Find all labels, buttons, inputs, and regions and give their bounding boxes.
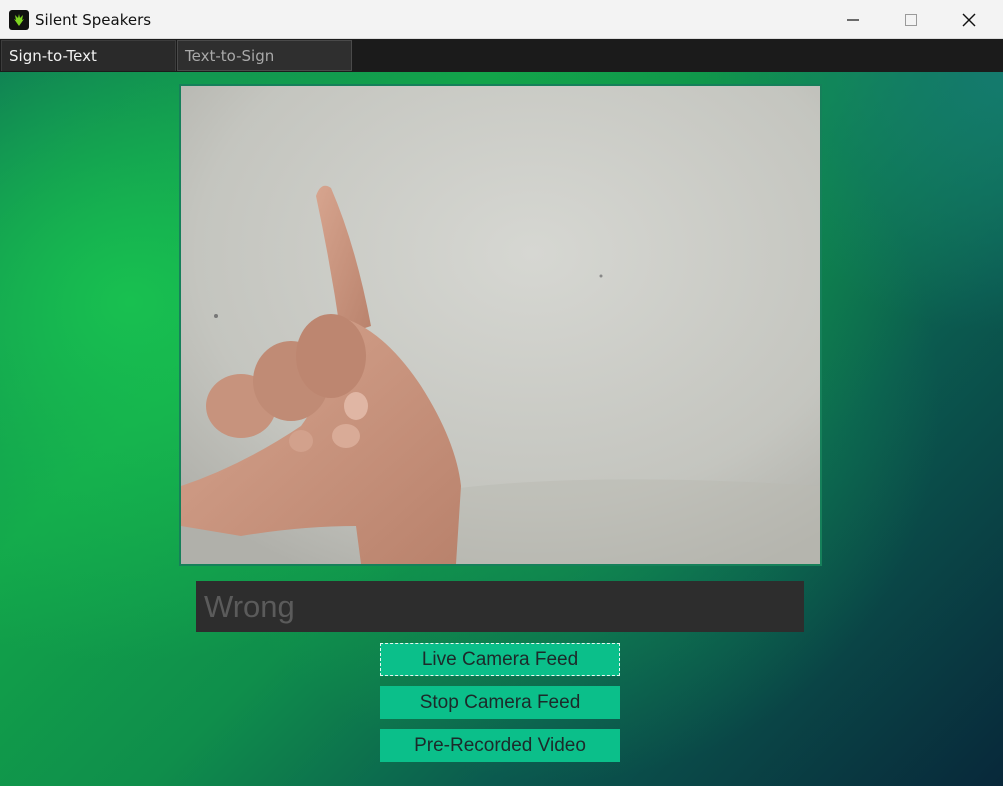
camera-preview bbox=[179, 84, 822, 566]
tab-sign-to-text[interactable]: Sign-to-Text Translation bbox=[1, 40, 176, 96]
prediction-output: Wrong bbox=[196, 581, 804, 632]
maximize-button[interactable] bbox=[882, 0, 940, 39]
app-leaf-icon bbox=[9, 10, 29, 30]
title-bar: Silent Speakers bbox=[0, 0, 1003, 39]
prerecorded-video-button[interactable]: Pre-Recorded Video bbox=[380, 729, 620, 762]
live-camera-button[interactable]: Live Camera Feed bbox=[380, 643, 620, 676]
minimize-button[interactable] bbox=[824, 0, 882, 39]
tab-bar: Sign-to-Text Translation Text-to-Sign Tr… bbox=[0, 39, 1003, 96]
minimize-icon bbox=[847, 18, 859, 21]
hand-sign-image bbox=[181, 86, 820, 564]
prediction-text: Wrong bbox=[204, 589, 295, 624]
close-icon bbox=[962, 13, 976, 26]
main-panel: Wrong Live Camera Feed Stop Camera Feed … bbox=[0, 72, 1003, 786]
maximize-icon bbox=[905, 13, 917, 26]
window-title: Silent Speakers bbox=[35, 11, 152, 29]
tab-text-to-sign[interactable]: Text-to-Sign Translation bbox=[177, 40, 352, 96]
stop-camera-button[interactable]: Stop Camera Feed bbox=[380, 686, 620, 719]
close-button[interactable] bbox=[940, 0, 998, 39]
app-window: Silent Speakers Sign-to-Text Translation… bbox=[0, 0, 1003, 786]
